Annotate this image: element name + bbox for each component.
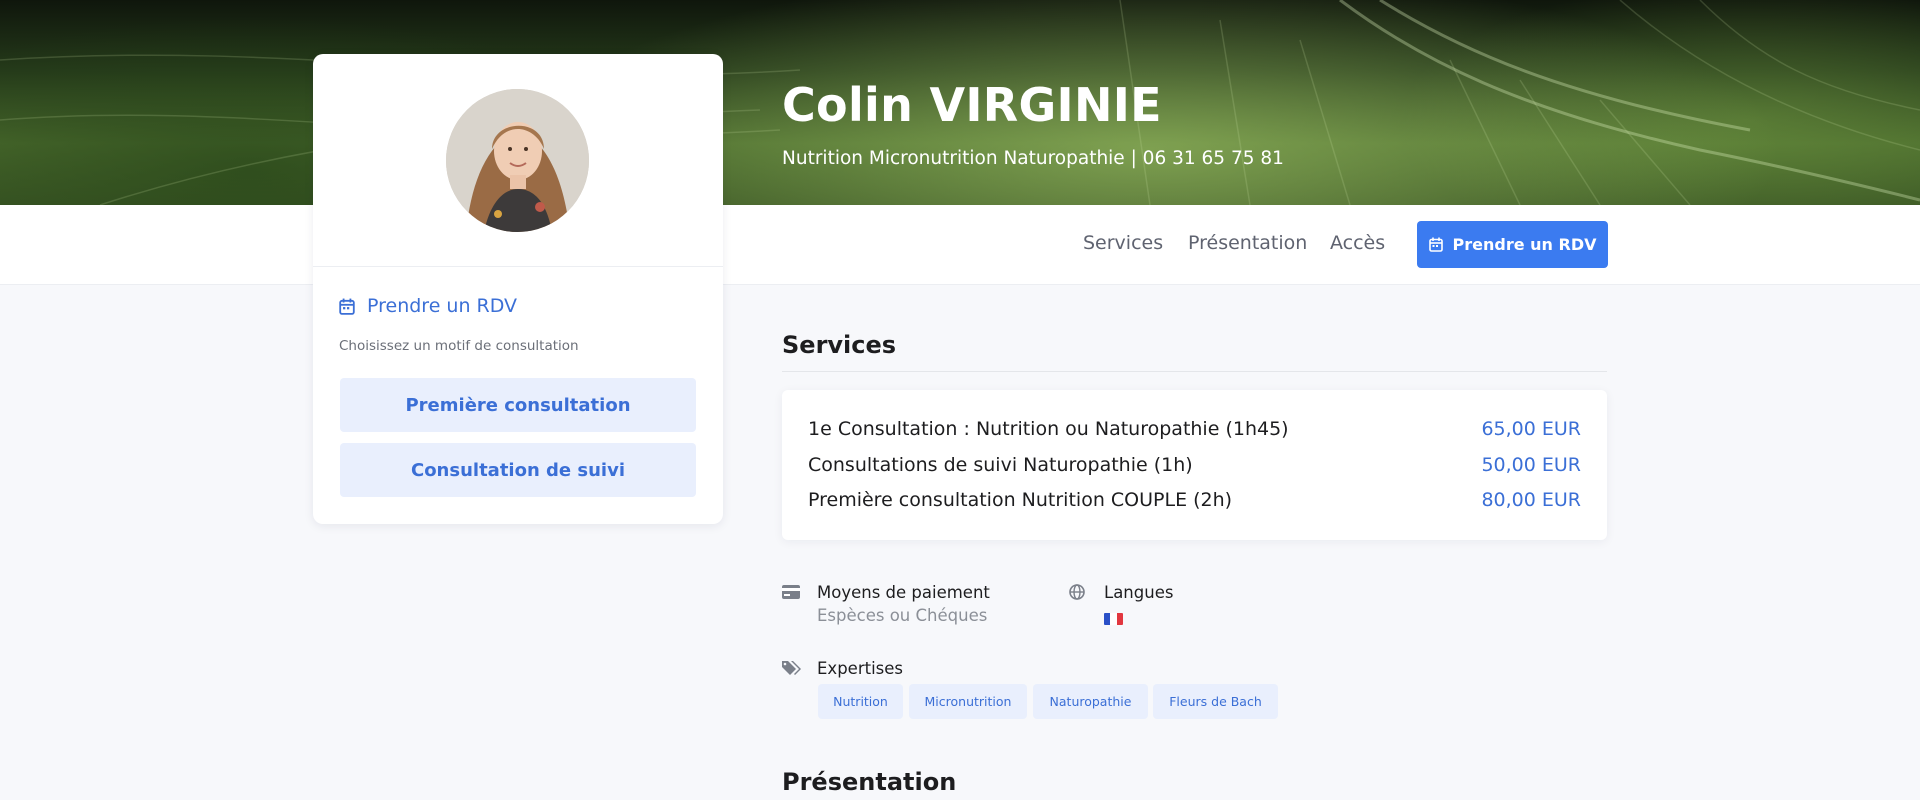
languages-label: Langues bbox=[1104, 583, 1174, 602]
payment-value: Espèces ou Chéques bbox=[817, 606, 988, 625]
expertise-tag[interactable]: Micronutrition bbox=[909, 684, 1027, 719]
nav-book-appointment-button[interactable]: Prendre un RDV bbox=[1417, 221, 1608, 268]
expertise-tag[interactable]: Nutrition bbox=[818, 684, 903, 719]
nav-acces[interactable]: Accès bbox=[1330, 232, 1385, 254]
practitioner-name: Colin VIRGINIE bbox=[782, 78, 1162, 132]
consultation-hint: Choisissez un motif de consultation bbox=[339, 338, 579, 354]
practitioner-subtitle: Nutrition Micronutrition Naturopathie | … bbox=[782, 148, 1284, 169]
flag-fr-icon bbox=[1104, 613, 1123, 625]
service-price: 50,00 EUR bbox=[1481, 454, 1581, 476]
credit-card-icon bbox=[782, 585, 800, 599]
service-price: 65,00 EUR bbox=[1481, 418, 1581, 440]
tags-icon bbox=[782, 661, 801, 675]
expertises-label: Expertises bbox=[817, 659, 903, 678]
motif-first-consultation-button[interactable]: Première consultation bbox=[340, 378, 696, 432]
avatar-photo bbox=[446, 89, 589, 232]
motif-follow-up-button[interactable]: Consultation de suivi bbox=[340, 443, 696, 497]
presentation-title: Présentation bbox=[782, 768, 957, 796]
service-row: Première consultation Nutrition COUPLE (… bbox=[808, 489, 1581, 511]
card-divider bbox=[313, 266, 723, 267]
service-row: Consultations de suivi Naturopathie (1h)… bbox=[808, 454, 1581, 476]
services-title: Services bbox=[782, 331, 897, 359]
nav-book-appointment-label: Prendre un RDV bbox=[1452, 235, 1597, 254]
service-price: 80,00 EUR bbox=[1481, 489, 1581, 511]
service-name: Consultations de suivi Naturopathie (1h) bbox=[808, 454, 1193, 476]
nav-services[interactable]: Services bbox=[1083, 232, 1163, 254]
globe-icon bbox=[1069, 584, 1085, 600]
nav-presentation[interactable]: Présentation bbox=[1188, 232, 1307, 254]
service-name: 1e Consultation : Nutrition ou Naturopat… bbox=[808, 418, 1289, 440]
calendar-icon bbox=[339, 298, 355, 315]
expertise-tag[interactable]: Naturopathie bbox=[1033, 684, 1148, 719]
services-divider bbox=[782, 371, 1607, 372]
card-book-appointment[interactable]: Prendre un RDV bbox=[339, 295, 517, 317]
navigation-bar bbox=[0, 205, 1920, 285]
payment-label: Moyens de paiement bbox=[817, 583, 990, 602]
card-book-appointment-label: Prendre un RDV bbox=[367, 295, 518, 317]
expertise-tag[interactable]: Fleurs de Bach bbox=[1153, 684, 1278, 719]
calendar-icon bbox=[1428, 237, 1443, 252]
service-name: Première consultation Nutrition COUPLE (… bbox=[808, 489, 1233, 511]
service-row: 1e Consultation : Nutrition ou Naturopat… bbox=[808, 418, 1581, 440]
avatar bbox=[446, 89, 589, 232]
